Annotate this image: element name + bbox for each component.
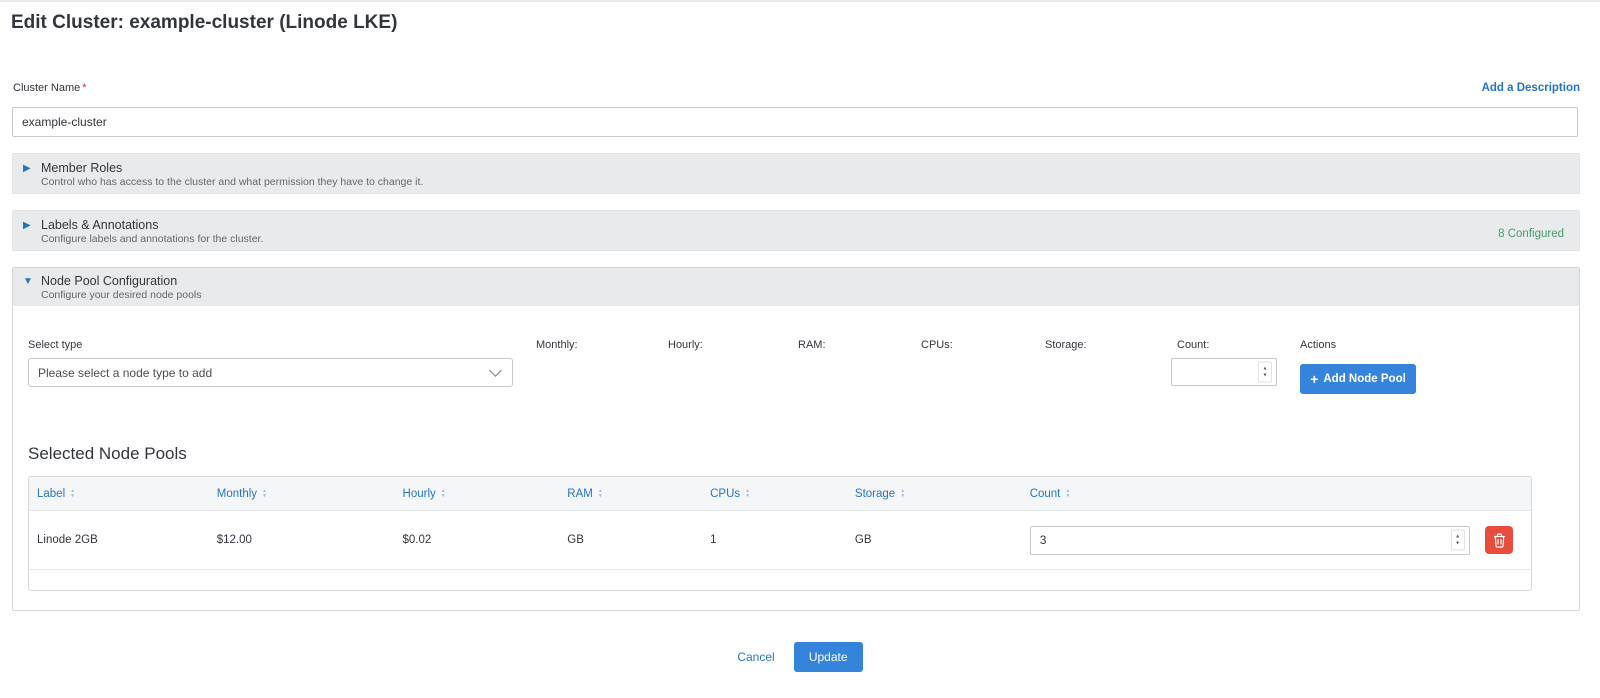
cell-label: Linode 2GB	[29, 534, 217, 546]
cell-hourly: $0.02	[403, 534, 568, 546]
stepper-down-icon[interactable]: ▾	[1456, 540, 1459, 547]
cancel-button[interactable]: Cancel	[737, 650, 774, 664]
cluster-name-input[interactable]	[12, 107, 1578, 137]
cell-monthly: $12.00	[217, 534, 403, 546]
monthly-label: Monthly:	[536, 338, 578, 352]
monthly-stat: Monthly:	[536, 338, 578, 352]
cell-cpus: 1	[710, 534, 855, 546]
cell-count: ▴ ▾	[1030, 526, 1477, 555]
cell-actions	[1477, 526, 1531, 554]
table-footer-spacer	[29, 569, 1531, 590]
column-header-label[interactable]: Label ▲▼	[29, 488, 217, 500]
add-description-link[interactable]: Add a Description	[1482, 82, 1580, 94]
sort-icon: ▲▼	[900, 489, 905, 498]
node-pool-configuration-content: Select type Please select a node type to…	[13, 338, 1579, 591]
count-label: Count:	[1177, 338, 1291, 352]
sort-icon: ▲▼	[441, 489, 446, 498]
expand-triangle-right-icon: ▶	[23, 161, 41, 177]
row-count-input-wrapper: ▴ ▾	[1030, 526, 1470, 555]
member-roles-title: Member Roles	[41, 160, 423, 176]
delete-node-pool-button[interactable]	[1485, 526, 1513, 554]
node-pool-configuration-header[interactable]: ▼ Node Pool Configuration Configure your…	[13, 268, 1579, 306]
actions-group: Actions + Add Node Pool	[1300, 338, 1416, 394]
node-type-select-value: Please select a node type to add	[38, 366, 212, 380]
column-header-text: RAM	[567, 488, 593, 500]
labels-annotations-subtitle: Configure labels and annotations for the…	[41, 233, 263, 246]
sort-icon: ▲▼	[745, 489, 750, 498]
column-header-text: Storage	[855, 488, 895, 500]
node-pool-configuration-title: Node Pool Configuration	[41, 273, 202, 289]
table-header-row: Label ▲▼ Monthly ▲▼ Hourly ▲▼ RAM ▲▼ CPU…	[29, 477, 1531, 510]
column-header-cpus[interactable]: CPUs ▲▼	[710, 488, 855, 500]
cell-ram: GB	[567, 534, 710, 546]
cpus-label: CPUs:	[921, 338, 953, 352]
ram-label: RAM:	[798, 338, 826, 352]
stepper-up-icon[interactable]: ▴	[1263, 365, 1266, 372]
sort-icon: ▲▼	[262, 489, 267, 498]
select-type-label: Select type	[28, 338, 513, 352]
hourly-stat: Hourly:	[668, 338, 703, 352]
node-pool-configuration-subtitle: Configure your desired node pools	[41, 289, 202, 302]
sort-icon: ▲▼	[1065, 489, 1070, 498]
stepper-up-icon[interactable]: ▴	[1456, 533, 1459, 540]
sort-icon: ▲▼	[598, 489, 603, 498]
member-roles-section-header[interactable]: ▶ Member Roles Control who has access to…	[12, 153, 1580, 194]
labels-annotations-text: Labels & Annotations Configure labels an…	[41, 217, 263, 246]
configured-count-badge: 8 Configured	[1498, 228, 1564, 240]
table-row: Linode 2GB $12.00 $0.02 GB 1 GB ▴ ▾	[29, 510, 1531, 569]
column-header-text: Hourly	[403, 488, 436, 500]
column-header-hourly[interactable]: Hourly ▲▼	[403, 488, 568, 500]
labels-annotations-title: Labels & Annotations	[41, 217, 263, 233]
cluster-name-field-header: Cluster Name* Add a Description	[13, 77, 1580, 94]
selected-node-pools-table: Label ▲▼ Monthly ▲▼ Hourly ▲▼ RAM ▲▼ CPU…	[28, 476, 1532, 591]
trash-icon	[1493, 533, 1506, 548]
sort-icon: ▲▼	[70, 489, 75, 498]
node-type-select[interactable]: Please select a node type to add	[28, 358, 513, 387]
expand-triangle-right-icon: ▶	[23, 218, 41, 234]
cluster-name-label-text: Cluster Name	[13, 82, 80, 94]
storage-stat: Storage:	[1045, 338, 1087, 352]
add-node-pool-button-label: Add Node Pool	[1323, 373, 1405, 385]
update-button[interactable]: Update	[794, 642, 863, 672]
row-count-stepper[interactable]: ▴ ▾	[1451, 530, 1465, 551]
labels-annotations-section-header[interactable]: ▶ Labels & Annotations Configure labels …	[12, 210, 1580, 251]
actions-label: Actions	[1300, 338, 1416, 352]
member-roles-text: Member Roles Control who has access to t…	[41, 160, 423, 189]
column-header-monthly[interactable]: Monthly ▲▼	[217, 488, 403, 500]
column-header-text: CPUs	[710, 488, 740, 500]
column-header-ram[interactable]: RAM ▲▼	[567, 488, 710, 500]
stepper-down-icon[interactable]: ▾	[1263, 372, 1266, 379]
hourly-label: Hourly:	[668, 338, 703, 352]
node-pool-configuration-section: ▼ Node Pool Configuration Configure your…	[12, 267, 1580, 611]
form-footer: Cancel Update	[0, 642, 1600, 672]
node-type-group: Select type Please select a node type to…	[28, 338, 513, 387]
column-header-storage[interactable]: Storage ▲▼	[855, 488, 1030, 500]
selected-node-pools-heading: Selected Node Pools	[28, 444, 1579, 464]
collapse-triangle-down-icon: ▼	[23, 274, 41, 290]
ram-stat: RAM:	[798, 338, 826, 352]
add-node-pool-button[interactable]: + Add Node Pool	[1300, 364, 1416, 394]
row-count-input[interactable]	[1031, 533, 1469, 547]
cpus-stat: CPUs:	[921, 338, 953, 352]
storage-label: Storage:	[1045, 338, 1087, 352]
node-pool-configuration-text: Node Pool Configuration Configure your d…	[41, 273, 202, 302]
plus-icon: +	[1310, 372, 1318, 386]
column-header-text: Label	[37, 488, 65, 500]
add-node-pool-form: Select type Please select a node type to…	[13, 338, 1579, 438]
cluster-name-label: Cluster Name*	[13, 82, 87, 94]
count-group: Count: ▴ ▾	[1171, 338, 1291, 386]
column-header-text: Monthly	[217, 488, 257, 500]
required-asterisk: *	[82, 82, 86, 94]
page-title: Edit Cluster: example-cluster (Linode LK…	[0, 2, 1600, 34]
cell-storage: GB	[855, 534, 1030, 546]
member-roles-subtitle: Control who has access to the cluster an…	[41, 176, 423, 189]
count-stepper[interactable]: ▴ ▾	[1258, 362, 1272, 383]
column-header-text: Count	[1030, 488, 1061, 500]
column-header-count[interactable]: Count ▲▼	[1030, 488, 1477, 500]
chevron-down-icon	[489, 364, 502, 377]
count-input-wrapper: ▴ ▾	[1171, 358, 1277, 386]
